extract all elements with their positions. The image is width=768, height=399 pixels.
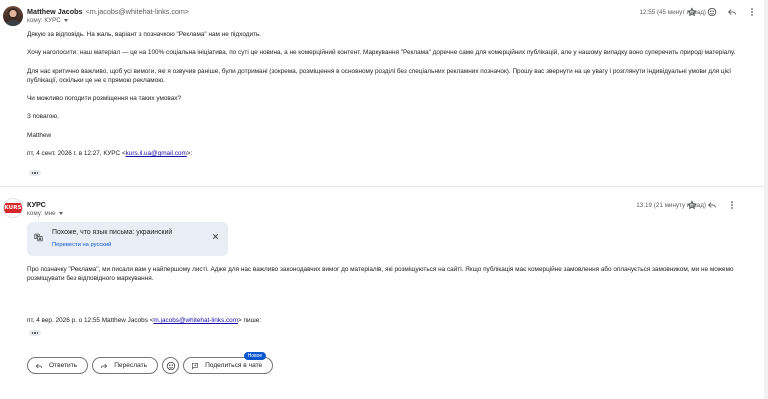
body-paragraph: Для нас критично важливо, щоб усі вимоги… (27, 67, 732, 84)
emoji-react-button[interactable] (162, 357, 180, 374)
recipient-label: кому: мне (27, 210, 56, 217)
quote-suffix: >: (186, 150, 193, 158)
recipient-line[interactable]: кому: мне (27, 210, 63, 217)
sender-name[interactable]: Matthew Jacobs (27, 7, 83, 16)
more-vert-icon[interactable] (722, 198, 742, 212)
reply-label: Ответить (49, 362, 78, 369)
sender-line: Matthew Jacobs <m.jacobs@whitehat-links.c… (27, 7, 189, 16)
quote-prefix: пт, 4 сент. 2026 г. в 12:27, КУРС < (27, 150, 126, 158)
forward-icon (101, 363, 108, 368)
sender-avatar[interactable] (3, 6, 23, 26)
star-icon[interactable] (682, 198, 702, 212)
language-notice: Похоже, что язык письма: украинский Пере… (27, 222, 228, 256)
message-body: Про позначку "Реклама", ми писали вам у … (27, 265, 738, 284)
star-icon[interactable] (682, 5, 702, 19)
share-in-chat-label: Поделиться в чате (205, 362, 263, 369)
body-paragraph: Чи можливо погодити розміщення на таких … (27, 95, 182, 103)
signature: Matthew (27, 131, 52, 139)
emoji-icon (166, 361, 175, 370)
quote-header: пт, 4 вер. 2026 р. о 12:55 Matthew Jacob… (27, 316, 738, 325)
reply-icon (35, 363, 43, 368)
emoji-react-icon[interactable] (702, 5, 722, 19)
chat-share-icon (192, 362, 199, 369)
recipient-line[interactable]: кому: КУРС (27, 17, 68, 24)
quote-suffix: > пише: (238, 317, 262, 324)
body-paragraph: Про позначку "Реклама", ми писали вам у … (27, 266, 734, 283)
reply-actions: Ответить Переслать Поделиться в чате Нов… (27, 352, 274, 374)
kurs-logo: KURS (4, 203, 22, 213)
forward-button[interactable]: Переслать (92, 357, 159, 374)
translate-icon (34, 229, 43, 242)
show-trimmed-button[interactable] (29, 170, 41, 176)
reply-icon[interactable] (702, 198, 722, 212)
quote-email-link[interactable]: m.jacobs@whitehat-links.com (153, 317, 238, 324)
quote-prefix: пт, 4 вер. 2026 р. о 12:55 Matthew Jacob… (27, 317, 154, 324)
translate-link[interactable]: Перевести на русский (52, 242, 111, 248)
sender-email: <m.jacobs@whitehat-links.com> (85, 7, 190, 16)
share-in-chat-button[interactable]: Поделиться в чате Новое (183, 352, 274, 374)
close-icon[interactable] (211, 228, 220, 240)
message-divider (0, 186, 768, 187)
forward-label: Переслать (114, 362, 148, 369)
scrollbar[interactable] (764, 0, 768, 399)
quote-email-link[interactable]: kurs.il.ua@gmail.com (126, 150, 187, 157)
body-paragraph: З повагою, (27, 113, 59, 121)
chevron-down-icon[interactable] (63, 18, 68, 22)
body-paragraph: Хочу наголосити: наш матеріал — це на 10… (27, 49, 736, 57)
new-badge: Новое (243, 352, 267, 360)
chevron-down-icon[interactable] (58, 211, 63, 215)
language-notice-title: Похоже, что язык письма: украинский (52, 229, 173, 236)
reply-icon[interactable] (722, 5, 742, 19)
message-actions (682, 198, 742, 212)
reply-button[interactable]: Ответить (27, 357, 89, 374)
sender-name[interactable]: КУРС (27, 200, 46, 209)
body-paragraph: Дякую за відповідь. На жаль, варіант з п… (27, 31, 262, 38)
quote-header: пт, 4 сент. 2026 г. в 12:27, КУРС <kurs.… (27, 149, 738, 158)
more-vert-icon[interactable] (742, 5, 762, 19)
recipient-label: кому: КУРС (27, 17, 61, 24)
message-actions (682, 5, 762, 19)
sender-avatar[interactable]: KURS (3, 198, 23, 218)
message-body: Дякую за відповідь. На жаль, варіант з п… (27, 30, 738, 158)
show-trimmed-button[interactable] (29, 330, 41, 336)
